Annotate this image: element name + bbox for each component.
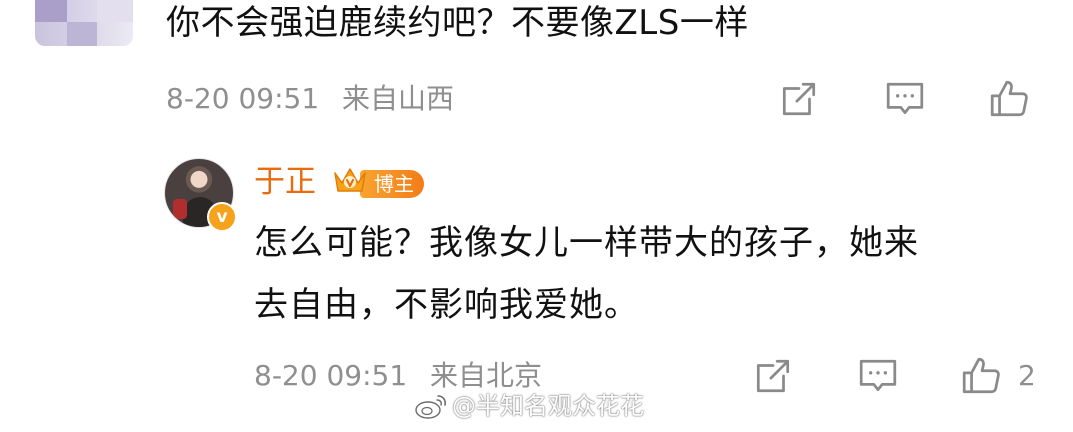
avatar-pixel-block: [97, 0, 133, 22]
avatar-pixel-block: [67, 22, 97, 46]
like-count: 2: [1018, 359, 1036, 392]
reply-text-line: 去自由，不影响我爱她。: [254, 285, 639, 325]
parent-comment-meta: 8-20 09:51 来自山西: [166, 81, 454, 117]
weibo-logo-icon: [415, 395, 446, 419]
watermark-text: @半知名观众花花: [452, 392, 644, 420]
like-icon[interactable]: [986, 76, 1032, 122]
reply-location: 来自北京: [430, 359, 543, 392]
watermark: @半知名观众花花: [414, 391, 644, 421]
share-icon[interactable]: [776, 76, 822, 122]
reply-author-name[interactable]: 于正: [254, 162, 316, 202]
comment-icon[interactable]: [882, 76, 928, 122]
parent-comment-text: 你不会强迫鹿续约吧？不要像ZLS一样: [166, 3, 749, 43]
blogger-tag: 博主: [360, 170, 424, 198]
like-icon[interactable]: [958, 353, 1004, 399]
verified-badge-icon: v: [207, 202, 237, 232]
reply-text-line: 怎么可能？我像女儿一样带大的孩子，她来: [254, 223, 919, 263]
comment-icon[interactable]: [855, 353, 901, 399]
crown-icon: [334, 168, 366, 192]
reply-meta: 8-20 09:51 来自北京: [254, 358, 542, 394]
parent-comment-location: 来自山西: [342, 82, 455, 115]
avatar-pixel-block: [35, 0, 67, 22]
reply-text: 怎么可能？我像女儿一样带大的孩子，她来 去自由，不影响我爱她。: [254, 212, 1054, 336]
parent-comment-date: 8-20 09:51: [166, 82, 320, 115]
share-icon[interactable]: [750, 353, 796, 399]
parent-commenter-avatar[interactable]: [35, 0, 133, 46]
avatar-detail: [173, 199, 187, 219]
reply-date: 8-20 09:51: [254, 359, 408, 392]
